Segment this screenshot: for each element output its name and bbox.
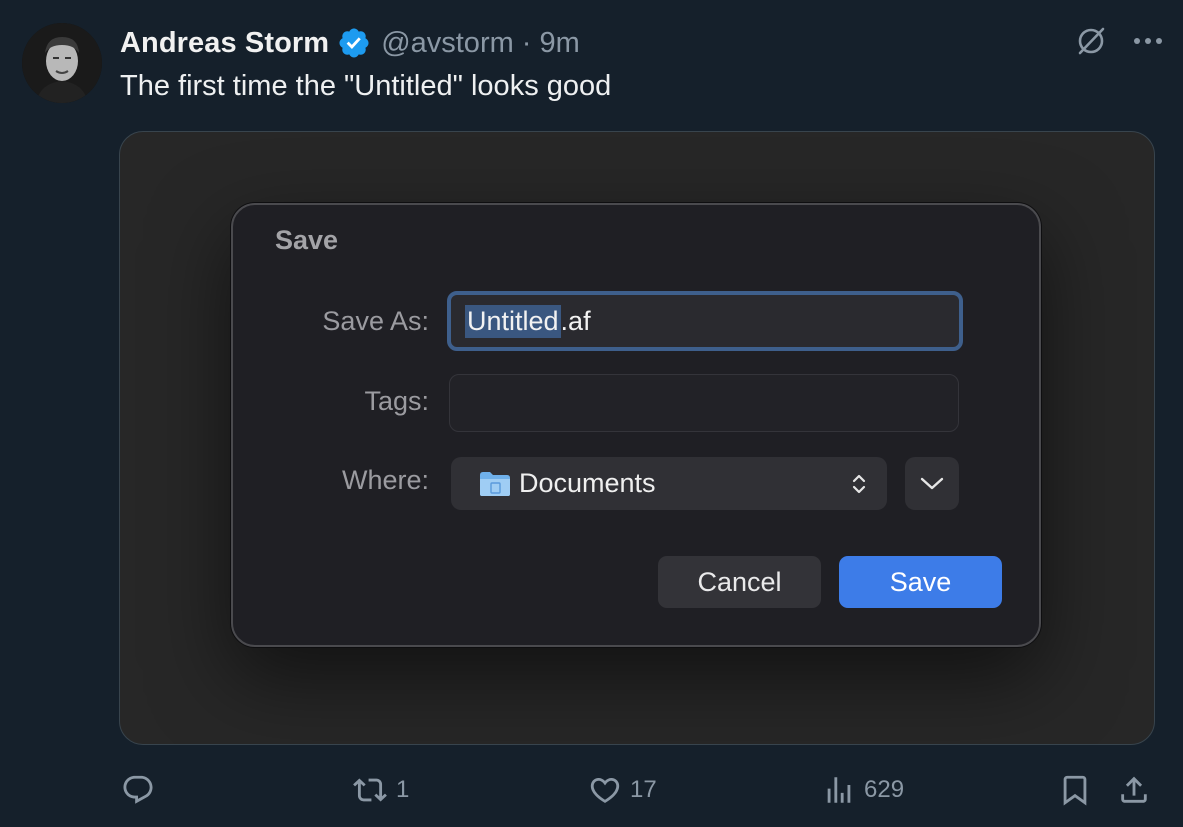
post-media[interactable]: Save Save As: Untitled .af Tags: Where: D… (119, 131, 1155, 745)
retweet-count: 1 (396, 776, 410, 803)
expand-dialog-button[interactable] (905, 457, 959, 510)
post-text: The first time the "Untitled" looks good (120, 70, 612, 102)
retweet-icon (353, 778, 387, 802)
post-action-bar: 1 17 629 (0, 770, 1183, 810)
reply-button[interactable] (121, 770, 163, 810)
where-value: Documents (519, 468, 656, 498)
where-select[interactable]: Documents (451, 457, 887, 510)
filename-selected: Untitled (465, 304, 561, 338)
bookmark-icon (1063, 775, 1087, 806)
tags-field[interactable] (449, 374, 959, 432)
like-count: 17 (630, 776, 657, 803)
verified-badge-icon (339, 28, 369, 58)
grok-icon[interactable] (1075, 25, 1107, 57)
save-as-label: Save As: (322, 306, 429, 336)
avatar-photo (22, 23, 102, 103)
bookmark-button[interactable] (1058, 770, 1092, 810)
reply-icon (123, 775, 153, 804)
save-as-field[interactable]: Untitled .af (447, 291, 963, 351)
updown-chevron-icon (852, 474, 866, 494)
filename-extension: .af (560, 305, 591, 336)
where-label: Where: (341, 465, 429, 495)
views-count: 629 (864, 776, 905, 803)
cancel-button[interactable]: Cancel (658, 556, 821, 608)
like-icon (590, 777, 620, 803)
save-dialog: Save Save As: Untitled .af Tags: Where: D… (231, 203, 1041, 647)
author-name[interactable]: Andreas Storm (120, 27, 329, 60)
share-button[interactable] (1117, 770, 1151, 810)
share-icon (1121, 776, 1147, 803)
post-header: Andreas Storm @avstorm · 9m (120, 26, 580, 60)
like-button[interactable]: 17 (588, 770, 657, 810)
post-top-icons (1075, 25, 1163, 57)
chevron-down-icon (920, 477, 944, 489)
views-icon (827, 777, 851, 803)
views-button[interactable]: 629 (822, 770, 904, 810)
tags-label: Tags: (364, 386, 429, 416)
handle-and-time[interactable]: @avstorm · 9m (381, 27, 580, 60)
avatar[interactable] (22, 23, 102, 103)
retweet-button[interactable]: 1 (352, 770, 409, 810)
more-icon[interactable] (1133, 36, 1163, 46)
folder-icon (480, 471, 510, 496)
save-button[interactable]: Save (839, 556, 1002, 608)
dialog-title: Save (275, 225, 339, 255)
